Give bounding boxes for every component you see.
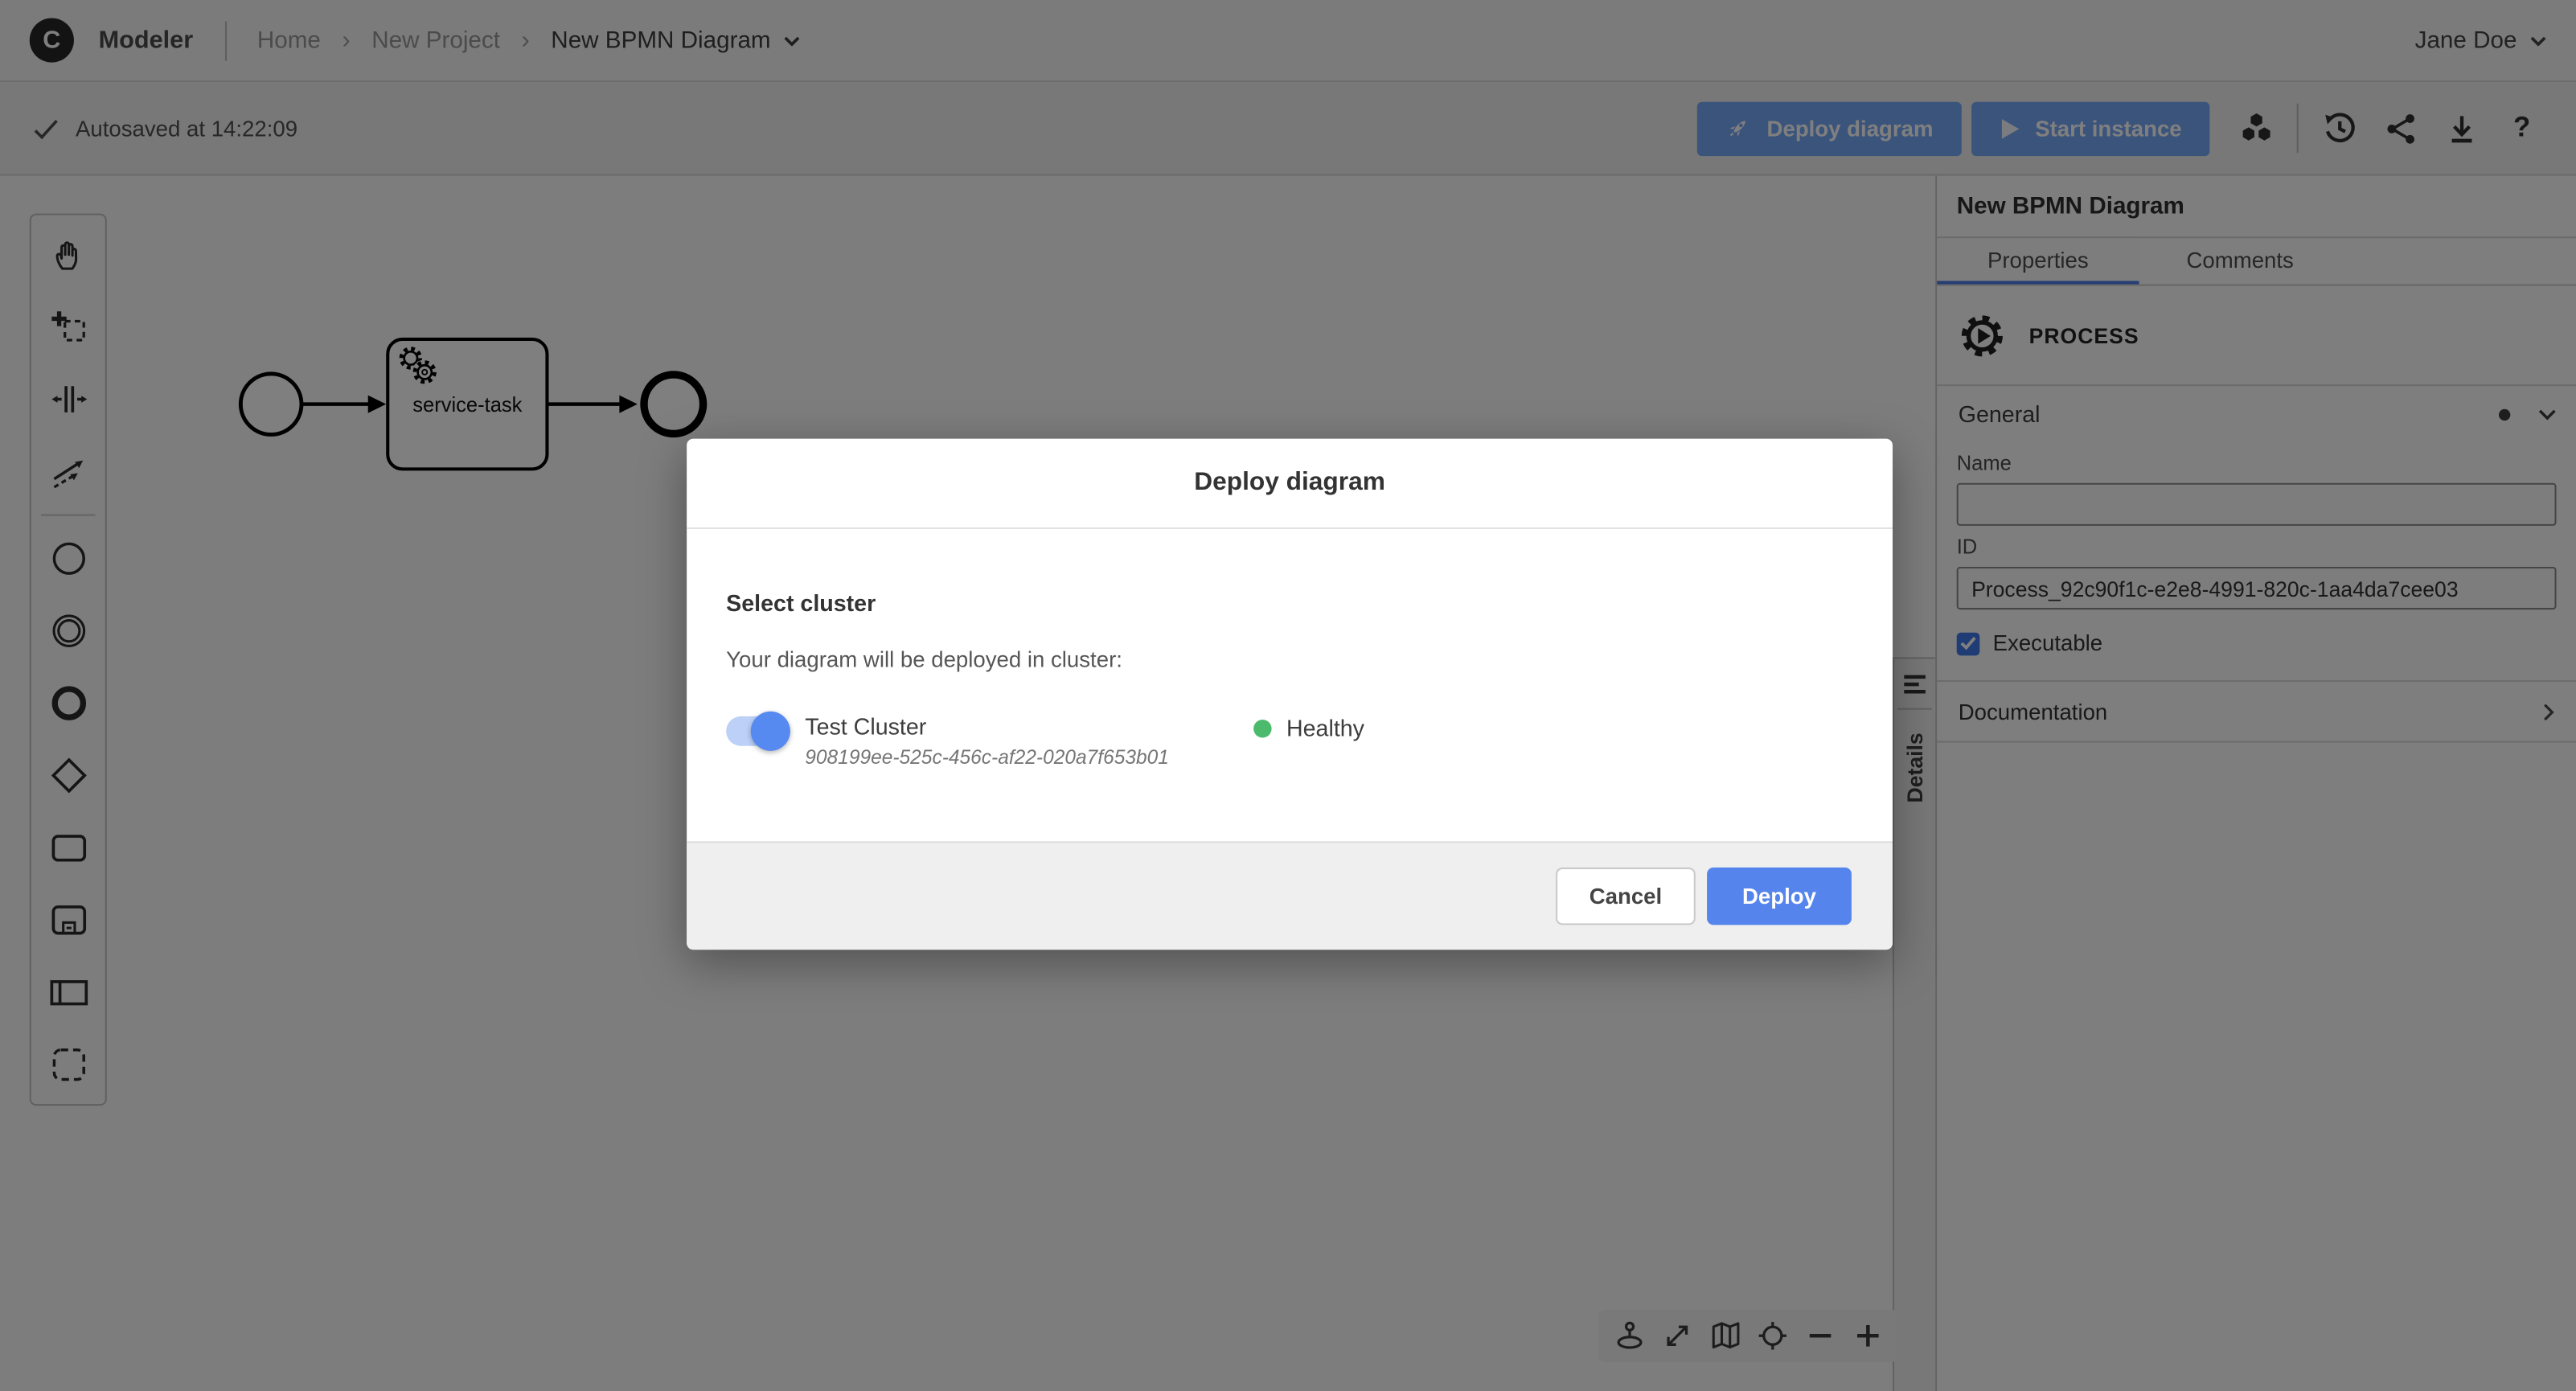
cluster-status: Healthy bbox=[1253, 715, 1364, 741]
select-cluster-heading: Select cluster bbox=[726, 590, 1853, 617]
deploy-description: Your diagram will be deployed in cluster… bbox=[726, 647, 1853, 672]
toggle-knob-icon bbox=[751, 712, 790, 751]
healthy-status-label: Healthy bbox=[1286, 715, 1364, 741]
cluster-row: Test Cluster 908199ee-525c-456c-af22-020… bbox=[726, 713, 1853, 769]
healthy-status-dot-icon bbox=[1253, 719, 1271, 737]
deploy-dialog: Deploy diagram Select cluster Your diagr… bbox=[687, 439, 1893, 950]
cluster-select: Test Cluster 908199ee-525c-456c-af22-020… bbox=[726, 713, 1253, 769]
deploy-button[interactable]: Deploy bbox=[1707, 868, 1852, 925]
deploy-dialog-body: Select cluster Your diagram will be depl… bbox=[687, 529, 1893, 841]
cluster-id: 908199ee-525c-456c-af22-020a7f653b01 bbox=[805, 746, 1169, 769]
cluster-name: Test Cluster bbox=[805, 713, 1169, 740]
deploy-dialog-footer: Cancel Deploy bbox=[687, 841, 1893, 950]
cluster-toggle[interactable] bbox=[726, 716, 786, 746]
app-window: C Modeler Home › New Project › New BPMN … bbox=[0, 0, 2576, 1391]
deploy-dialog-title: Deploy diagram bbox=[687, 439, 1893, 529]
cancel-button[interactable]: Cancel bbox=[1556, 868, 1696, 925]
cluster-info: Test Cluster 908199ee-525c-456c-af22-020… bbox=[805, 713, 1169, 769]
